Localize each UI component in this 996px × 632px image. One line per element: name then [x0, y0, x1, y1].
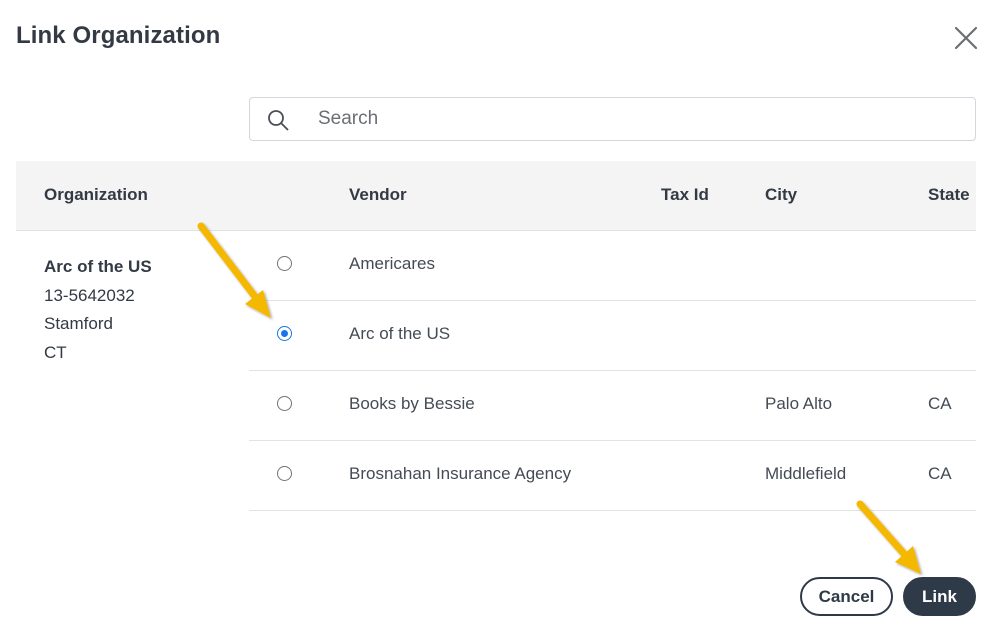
vendor-name: Books by Bessie: [349, 394, 475, 413]
vendor-state: CA: [928, 464, 952, 483]
vendor-name: Arc of the US: [349, 324, 451, 343]
vendor-name: Brosnahan Insurance Agency: [349, 464, 572, 483]
search-icon: [268, 110, 289, 131]
organization-state: CT: [44, 342, 67, 362]
close-button[interactable]: [950, 22, 982, 54]
link-button[interactable]: Link: [903, 577, 976, 616]
table-row[interactable]: Books by Bessie Palo Alto CA: [249, 371, 976, 441]
header-tax-id[interactable]: Tax Id: [661, 185, 709, 205]
organization-city: Stamford: [44, 314, 113, 334]
vendor-city: Palo Alto: [765, 394, 833, 413]
header-organization: Organization: [44, 185, 148, 204]
dialog-title: Link Organization: [16, 22, 221, 49]
vendor-name: Americares: [349, 254, 435, 273]
vendor-state: CA: [928, 394, 952, 413]
table-row[interactable]: Arc of the US: [249, 301, 976, 371]
cancel-button[interactable]: Cancel: [800, 577, 893, 616]
vendor-radio[interactable]: [277, 396, 292, 411]
organization-tax-id: 13-5642032: [44, 285, 135, 305]
vendor-list[interactable]: Americares Arc of the US Books by Bessie…: [249, 231, 976, 536]
vendor-radio[interactable]: [277, 256, 292, 271]
close-icon: [954, 26, 978, 50]
link-organization-dialog: Link Organization Organization Vendor Ta…: [0, 0, 996, 632]
table-row[interactable]: Brosnahan Insurance Agency Middlefield C…: [249, 441, 976, 511]
header-city[interactable]: City: [765, 185, 797, 205]
search-box: [249, 97, 976, 141]
header-state[interactable]: State: [928, 185, 970, 205]
table-row[interactable]: Americares: [249, 231, 976, 301]
header-vendor[interactable]: Vendor: [349, 185, 407, 205]
organization-name: Arc of the US: [44, 257, 152, 276]
table-header: Organization Vendor Tax Id City State: [16, 161, 976, 231]
vendor-city: Middlefield: [765, 464, 847, 483]
search-input[interactable]: [318, 104, 958, 134]
vendor-radio-selected[interactable]: [277, 326, 292, 341]
organization-details: Arc of the US 13-5642032 Stamford CT: [44, 253, 234, 367]
vendor-radio[interactable]: [277, 466, 292, 481]
table-row[interactable]: [249, 511, 976, 536]
